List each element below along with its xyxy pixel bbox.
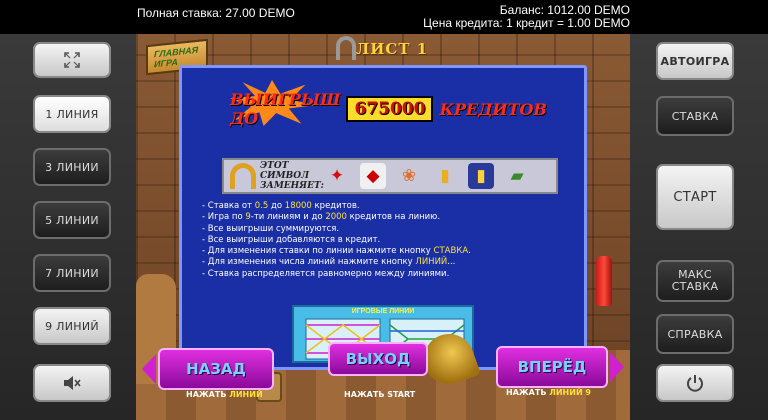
max-win-banner: ВЫИГРЫШ ДО 675000 КРЕДИТОВ — [230, 80, 547, 128]
rule-item: - Все выигрыши суммируются. — [202, 224, 572, 235]
back-label: НАЗАД — [186, 360, 246, 378]
back-hint: НАЖАТЬ ЛИНИЙ — [186, 390, 263, 399]
rule-mid: до — [268, 201, 285, 211]
rule-h1: СТАВКА — [433, 246, 469, 257]
autoplay-button[interactable]: АВТОИГРА — [656, 42, 734, 80]
top-info-bar: Полная ставка: 27.00 DEMO Баланс: 1012.0… — [0, 0, 768, 34]
shrimp-icon: ❀ — [401, 166, 417, 185]
line-3-button[interactable]: 3 ЛИНИИ — [33, 148, 111, 186]
rule-mid: -ти линиям и до — [250, 212, 326, 223]
fire-extinguisher-icon — [596, 256, 612, 306]
line-1-button[interactable]: 1 ЛИНИЯ — [33, 95, 111, 133]
forward-hint-pre: НАЖАТЬ — [506, 388, 550, 397]
horseshoe-icon — [336, 36, 356, 60]
beer-bottle-icon: ▰ — [510, 166, 524, 185]
exit-button-body: ВЫХОД — [328, 342, 428, 376]
line-7-button[interactable]: 7 ЛИНИИ — [33, 254, 111, 292]
fish-icon: ◆ — [360, 163, 386, 189]
balance-info: Баланс: 1012.00 DEMO Цена кредита: 1 кре… — [423, 4, 630, 30]
rule-pre: - Все выигрыши добавляются в кредит. — [202, 234, 381, 245]
fullscreen-icon — [64, 52, 80, 68]
power-button[interactable] — [656, 364, 734, 402]
banner-left: ВЫИГРЫШ ДО — [230, 90, 341, 128]
right-control-panel: АВТОИГРА СТАВКА СТАРТ МАКС СТАВКА СПРАВК… — [630, 34, 768, 420]
rule-item: - Игра по 9-ти линиям и до 2000 кредитов… — [202, 212, 572, 223]
rule-pre: - Для изменения числа линий нажмите кноп… — [202, 257, 416, 268]
power-icon — [687, 375, 703, 392]
crayfish-icon: ✦ — [329, 166, 345, 185]
back-hint-key: ЛИНИЙ — [229, 390, 263, 399]
forward-arrow-icon — [610, 352, 624, 382]
forward-button-body: ВПЕРЁД — [496, 346, 608, 388]
mute-button[interactable] — [33, 364, 111, 402]
rule-pre: - Игра по — [202, 212, 246, 223]
start-button[interactable]: СТАРТ — [656, 164, 734, 230]
banner-amount: 675000 — [346, 96, 434, 122]
rule-item: - Ставка распределяется равномерно между… — [202, 269, 572, 280]
max-bet-label-2: СТАВКА — [671, 280, 719, 293]
rule-pre: - Для изменения ставки по линии нажмите … — [202, 246, 434, 257]
rule-item: - Для изменения числа линий нажмите кноп… — [202, 257, 572, 268]
back-button-body: НАЗАД — [158, 348, 274, 390]
banner-right: КРЕДИТОВ — [439, 99, 547, 119]
beer-can-icon: ▮ — [468, 163, 494, 189]
speaker-mute-icon — [64, 376, 81, 390]
wild-symbol-strip: ЭТОТ СИМВОЛ ЗАМЕНЯЕТ: ✦ ◆ ❀ ▮ ▮ ▰ — [222, 158, 558, 194]
rule-pre: - Ставка распределяется равномерно между… — [202, 268, 450, 279]
page-title: ЛИСТ 1 — [356, 40, 429, 58]
bet-button[interactable]: СТАВКА — [656, 96, 734, 136]
exit-hint: НАЖАТЬ START — [344, 390, 416, 399]
credit-price-label: Цена кредита: 1 кредит = 1.00 DEMO — [423, 16, 630, 30]
rule-h2: 2000 — [325, 212, 347, 223]
rule-post: кредитов. — [311, 201, 360, 211]
rule-item: - Ставка от 0.5 до 18000 кредитов. — [202, 201, 572, 212]
game-scene: ГЛАВНАЯ ИГРА ЛИСТ 1 ВЫИГРЫШ ДО 675000 КР… — [136, 34, 630, 420]
forward-hint-key: ЛИНИЙ 9 — [549, 388, 591, 397]
rule-mid: ... — [447, 257, 456, 268]
replace-label: ЭТОТ СИМВОЛ ЗАМЕНЯЕТ: — [260, 161, 324, 191]
beer-mug-icon: ▮ — [440, 166, 450, 185]
line-5-button[interactable]: 5 ЛИНИИ — [33, 201, 111, 239]
rule-pre: - Ставка от — [202, 201, 255, 211]
rule-h1: ЛИНИЙ — [415, 257, 448, 268]
line-9-button[interactable]: 9 ЛИНИЙ — [33, 307, 111, 345]
total-bet-label: Полная ставка: 27.00 DEMO — [137, 6, 295, 20]
rule-item: - Для изменения ставки по линии нажмите … — [202, 246, 572, 257]
back-hint-pre: НАЖАТЬ — [186, 390, 230, 399]
back-arrow-icon — [142, 354, 156, 384]
paytable-panel: ВЫИГРЫШ ДО 675000 КРЕДИТОВ ЭТОТ СИМВОЛ З… — [179, 65, 587, 370]
rule-mid: . — [468, 246, 471, 257]
forward-label: ВПЕРЁД — [517, 358, 587, 376]
rule-post: кредитов на линию. — [346, 212, 441, 223]
horseshoe-wild-icon — [230, 163, 256, 189]
back-button[interactable]: НАЗАД — [142, 348, 274, 390]
rule-h1: 0.5 — [254, 201, 269, 211]
exit-label: ВЫХОД — [345, 350, 411, 368]
rules-list: - Ставка от 0.5 до 18000 кредитов. - Игра… — [202, 201, 572, 280]
rule-h2: 18000 — [284, 201, 312, 211]
forward-button[interactable]: ВПЕРЁД — [496, 346, 624, 388]
help-button[interactable]: СПРАВКА — [656, 314, 734, 354]
exit-button[interactable]: ВЫХОД — [328, 342, 428, 376]
rule-pre: - Все выигрыши суммируются. — [202, 223, 340, 234]
forward-hint: НАЖАТЬ ЛИНИЙ 9 — [506, 388, 591, 397]
paylines-caption: ИГРОВЫЕ ЛИНИИ — [351, 308, 415, 315]
banner-text: ВЫИГРЫШ ДО 675000 КРЕДИТОВ — [230, 90, 547, 128]
max-bet-button[interactable]: МАКС СТАВКА — [656, 260, 734, 302]
fullscreen-button[interactable] — [33, 42, 111, 78]
left-control-panel: 1 ЛИНИЯ 3 ЛИНИИ 5 ЛИНИИ 7 ЛИНИИ 9 ЛИНИЙ — [0, 34, 136, 420]
rule-item: - Все выигрыши добавляются в кредит. — [202, 235, 572, 246]
